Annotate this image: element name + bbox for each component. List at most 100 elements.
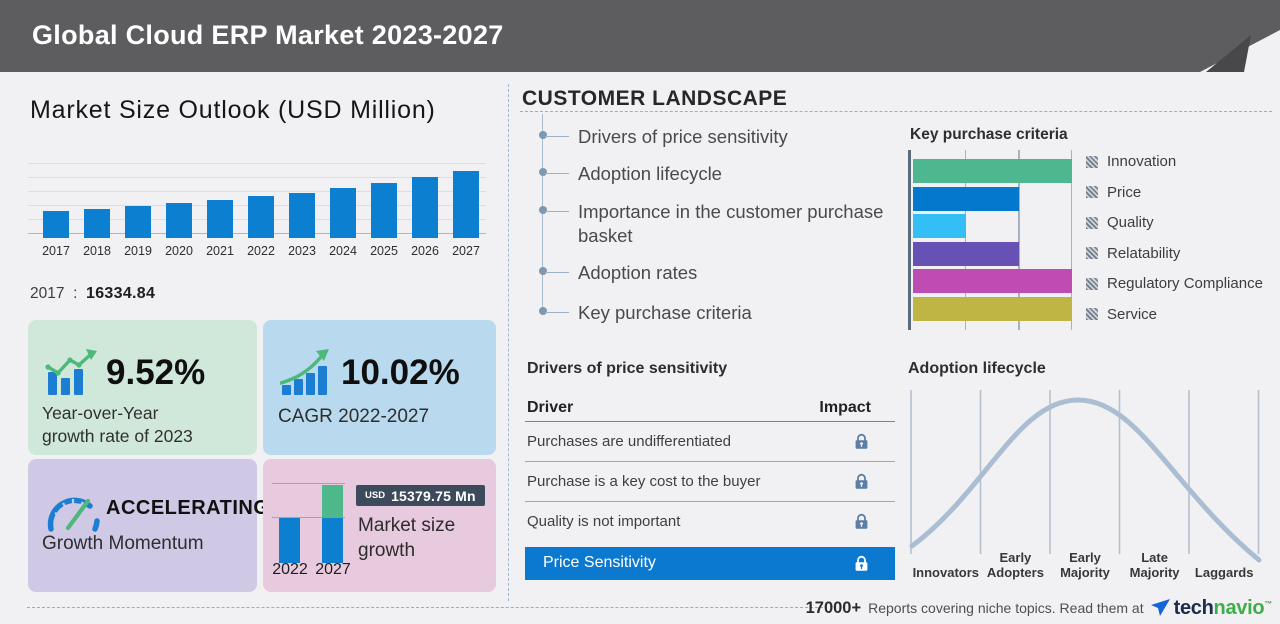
customer-landscape-item: Adoption rates [578,261,888,285]
customer-landscape-item: Importance in the customer purchase bask… [578,200,888,248]
driver-label: Purchases are undifferentiated [527,433,731,450]
market-bar-column: 2026 [407,150,443,258]
market-bar-2020 [166,203,192,238]
kpc-legend-label: Service [1107,306,1157,323]
customer-landscape-item: Drivers of price sensitivity [578,125,888,149]
customer-landscape-title: CUSTOMER LANDSCAPE [522,87,787,111]
kpc-legend-item: Regulatory Compliance [1086,275,1263,292]
market-bars: 2017 2018 2019 2020 2021 2022 2023 2024 2025 2026… [38,150,484,258]
driver-label: Purchase is a key cost to the buyer [527,473,760,490]
report-count: 17000+ [806,599,862,618]
list-bullet-dot [539,206,547,214]
brand-navio: navio [1214,597,1265,619]
kpc-legend-item: Quality [1086,214,1263,231]
kpc-legend-item: Service [1086,306,1263,323]
highlight-label: Price Sensitivity [543,554,656,572]
lifecycle-stage-label: Laggards [1189,565,1259,580]
customer-landscape-item: Key purchase criteria [578,301,888,325]
price-driver-row: Purchase is a key cost to the buyer [525,462,895,502]
growth-card-label: Market size growth [358,513,455,563]
brand-trademark: ™ [1264,599,1272,608]
market-bar-column: 2024 [325,150,361,258]
list-bullet-dot [539,307,547,315]
cagr-card: 10.02% CAGR 2022-2027 [263,320,496,455]
growth-bar-2027-base [322,518,343,563]
kpc-bar-quality [913,214,966,238]
technavio-wordmark: technavio™ [1174,597,1272,620]
lifecycle-stage-label: Innovators [911,565,981,580]
market-bar-column: 2021 [202,150,238,258]
kpc-bar-relatability [913,242,1019,266]
lifecycle-stage-label: Early Adopters [981,550,1051,580]
legend-swatch-icon [1086,156,1098,168]
footer: 17000+ Reports covering niche topics. Re… [806,595,1272,621]
speedometer-icon [42,485,102,535]
driver-label: Quality is not important [527,513,680,530]
kpc-legend-label: Relatability [1107,245,1180,262]
market-year-label: 2022 [247,244,275,258]
market-size-growth-card: 2022 2027 USD 15379.75 Mn Market size gr… [263,459,496,592]
callout-value: 16334.84 [86,285,155,302]
badge-amount: 15379.75 Mn [391,488,476,504]
growth-arrow-icon [280,348,334,396]
impact-lock-icon [854,433,869,450]
market-bar-2025 [371,183,397,238]
table-header-row: Driver Impact [525,396,895,422]
momentum-label: Growth Momentum [42,533,204,555]
yoy-growth-card: 9.52% Year-over-Year growth rate of 2023 [28,320,257,455]
technavio-arrow-icon [1151,599,1171,617]
price-driver-row: Purchases are undifferentiated [525,422,895,462]
yoy-growth-description: Year-over-Year growth rate of 2023 [42,402,193,448]
customer-landscape-underline [520,111,1272,112]
kpc-legend-item: Relatability [1086,245,1263,262]
growth-label-line1: Market size [358,513,455,538]
growth-momentum-card: ACCELERATING Growth Momentum [28,459,257,592]
column-impact: Impact [819,399,871,417]
market-bar-2026 [412,177,438,238]
market-bar-column: 2020 [161,150,197,258]
customer-landscape-item: Adoption lifecycle [578,162,888,186]
badge-currency: USD [365,490,385,501]
price-sensitivity-table: Driver Impact Purchases are undifferenti… [525,396,895,580]
yoy-desc-line1: Year-over-Year [42,402,193,425]
market-bar-column: 2019 [120,150,156,258]
brand-tech: tech [1174,597,1214,619]
trend-bars-icon [45,348,99,396]
price-sensitivity-title: Drivers of price sensitivity [527,360,727,378]
price-driver-row: Quality is not important [525,502,895,541]
legend-swatch-icon [1086,186,1098,198]
cagr-value: 10.02% [341,348,460,398]
market-size-chart: 2017 2018 2019 2020 2021 2022 2023 2024 2025 2026… [28,150,486,260]
legend-swatch-icon [1086,217,1098,229]
market-bar-2024 [330,188,356,238]
kpc-legend-label: Innovation [1107,153,1176,170]
kpc-bars [913,159,1072,321]
kpc-bar-regulatory-compliance [913,269,1072,293]
market-bar-2019 [125,206,151,238]
list-bullet-dot [539,267,547,275]
callout-year: 2017 [30,285,64,302]
column-divider [508,84,509,601]
kpc-bar-innovation [913,159,1072,183]
market-bar-2021 [207,200,233,238]
market-bar-column: 2025 [366,150,402,258]
market-year-label: 2018 [83,244,111,258]
kpc-legend-item: Price [1086,184,1263,201]
growth-year-2022: 2022 [269,561,311,579]
key-purchase-criteria-chart [908,150,1072,330]
kpc-legend: Innovation Price Quality Relatability Regula… [1086,153,1263,323]
impact-lock-icon [854,513,869,530]
market-year-label: 2025 [370,244,398,258]
market-bar-column: 2017 [38,150,74,258]
market-bar-2023 [289,193,315,239]
list-bullet-dot [539,168,547,176]
market-bar-column: 2027 [448,150,484,258]
market-bar-2017 [43,211,69,238]
market-year-label: 2020 [165,244,193,258]
header-bar: Global Cloud ERP Market 2023-2027 [0,0,1280,72]
market-year-label: 2021 [206,244,234,258]
callout-separator: : [69,285,82,302]
impact-lock-icon [854,473,869,490]
market-year-label: 2023 [288,244,316,258]
growth-amount-badge: USD 15379.75 Mn [356,485,485,506]
